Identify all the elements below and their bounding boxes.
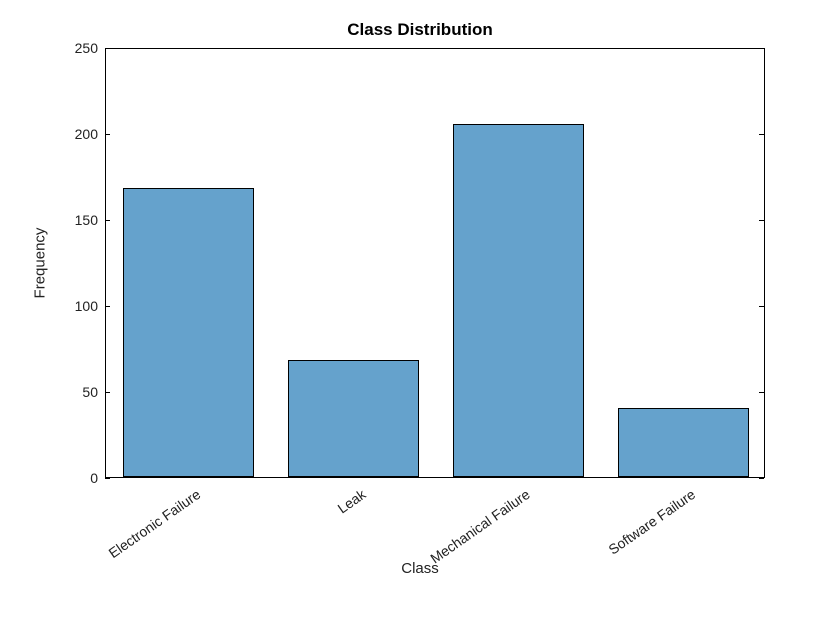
bar <box>123 188 253 477</box>
chart-title: Class Distribution <box>0 20 840 40</box>
bar <box>453 124 583 477</box>
ytick-label: 150 <box>0 213 98 227</box>
ytick-mark <box>759 478 764 479</box>
xtick-label: Leak <box>334 486 368 517</box>
xtick-label: Mechanical Failure <box>427 486 532 567</box>
xtick-label: Electronic Failure <box>105 486 203 561</box>
ytick-label: 100 <box>0 299 98 313</box>
plot-area <box>105 48 765 478</box>
bar <box>618 408 748 477</box>
chart-container: Class Distribution Frequency 0 50 100 150 20… <box>0 0 840 630</box>
ytick-label: 200 <box>0 127 98 141</box>
y-axis-label: Frequency <box>32 228 49 299</box>
ytick-label: 50 <box>0 385 98 399</box>
bar <box>288 360 418 477</box>
x-axis-label: Class <box>0 560 840 577</box>
ytick-label: 0 <box>0 471 98 485</box>
ytick-label: 250 <box>0 41 98 55</box>
xtick-label: Software Failure <box>605 486 698 558</box>
ytick-mark <box>105 478 110 479</box>
